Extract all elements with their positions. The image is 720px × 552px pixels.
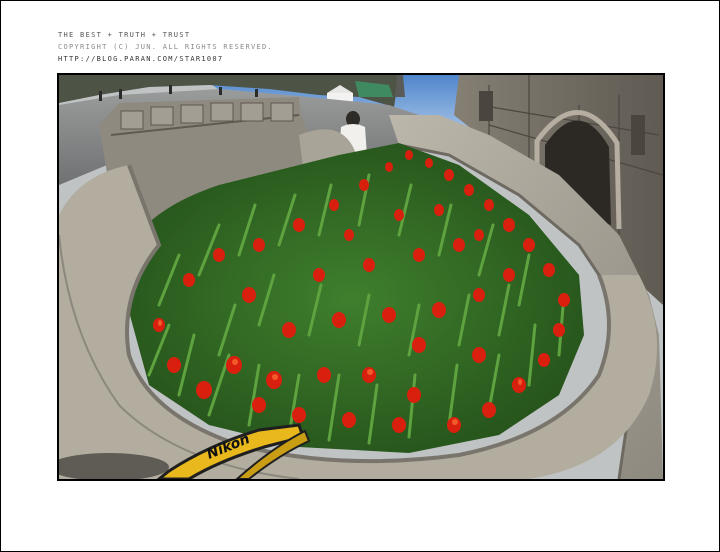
photo-scene: Nikon <box>59 75 663 479</box>
window-right <box>631 115 645 155</box>
tulip-bed-photo: Nikon <box>59 75 663 479</box>
caption-motto: THE BEST + TRUTH + TRUST <box>58 31 191 39</box>
window-left <box>479 91 493 121</box>
photo-border: Nikon <box>57 73 665 481</box>
caption-copyright: COPYRIGHT (C) JUN. ALL RIGHTS RESERVED. <box>58 43 274 51</box>
caption-blog-url: HTTP://BLOG.PARAN.COM/STAR1007 <box>58 55 224 63</box>
page-frame: THE BEST + TRUTH + TRUST COPYRIGHT (C) J… <box>1 1 719 551</box>
